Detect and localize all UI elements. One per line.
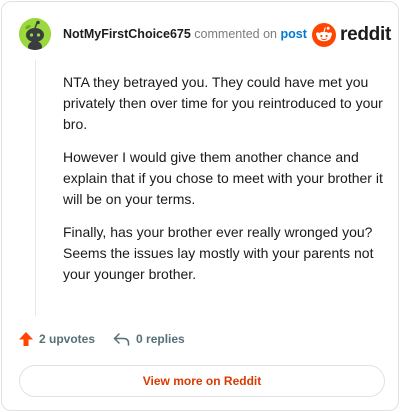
upvote-button[interactable]: 2 upvotes — [18, 331, 95, 347]
comment-paragraph: NTA they betrayed you. They could have m… — [63, 74, 383, 132]
username[interactable]: NotMyFirstChoice675 — [63, 27, 191, 41]
thread-line — [35, 60, 36, 316]
comment-actions: 2 upvotes 0 replies — [18, 331, 185, 347]
reddit-wordmark: reddit — [340, 24, 391, 45]
reddit-brand[interactable]: reddit — [312, 23, 391, 47]
reply-button[interactable]: 0 replies — [113, 331, 185, 347]
post-link[interactable]: post — [280, 27, 306, 41]
reply-count: 0 replies — [136, 332, 185, 346]
reddit-logo-icon — [312, 23, 336, 47]
reddit-comment-card: NotMyFirstChoice675 commented on post re… — [1, 1, 399, 411]
comment-paragraph: However I would give them another chance… — [63, 149, 383, 207]
commented-on-text: commented on — [194, 27, 277, 41]
comment-paragraph: Finally, has your brother ever really wr… — [63, 224, 374, 282]
snoo-avatar-icon[interactable] — [19, 18, 51, 50]
comment-header: NotMyFirstChoice675 commented on post — [63, 26, 307, 42]
view-more-button[interactable]: View more on Reddit — [19, 365, 385, 397]
upvote-arrow-icon — [19, 332, 33, 346]
upvote-count: 2 upvotes — [39, 332, 96, 346]
reply-arrow-icon — [113, 333, 130, 346]
comment-body: NTA they betrayed you. They could have m… — [63, 72, 383, 297]
